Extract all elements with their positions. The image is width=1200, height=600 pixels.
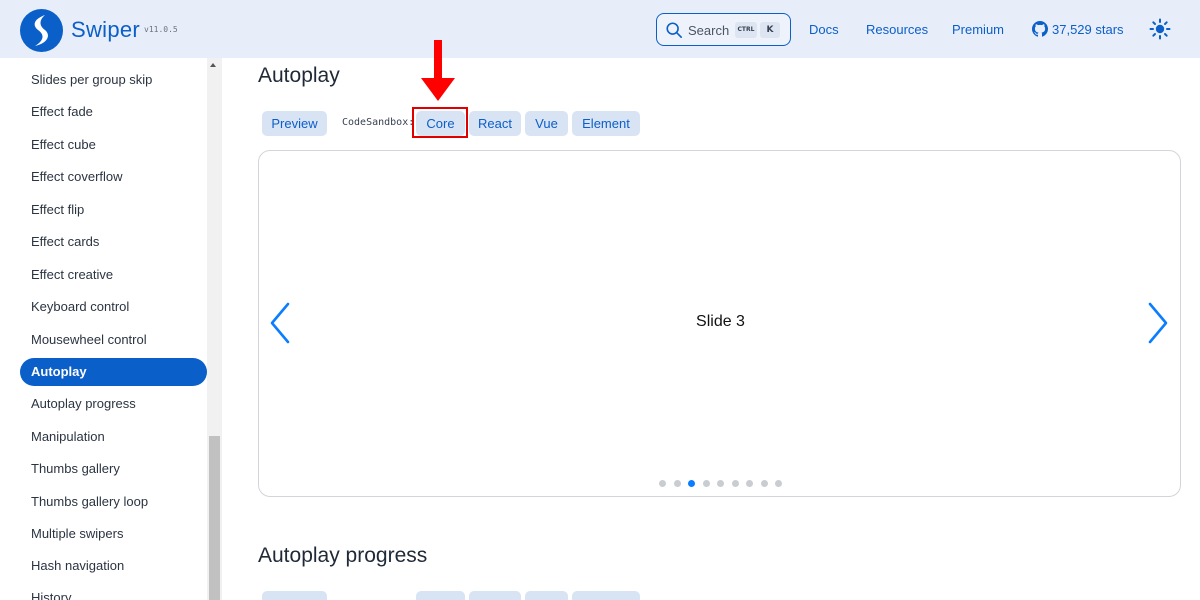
sidebar: Slides per group skip Effect fade Effect… <box>0 58 222 600</box>
swiper-logo-icon[interactable] <box>20 9 63 52</box>
top-header: Swiper v11.0.5 Search CTRL K Docs Resour… <box>0 0 1200 58</box>
codesandbox-vue-button[interactable]: Vue <box>525 111 568 136</box>
sidebar-item-thumbs-gallery[interactable]: Thumbs gallery <box>20 455 207 483</box>
sidebar-item-effect-fade[interactable]: Effect fade <box>20 98 207 126</box>
sidebar-item-multiple-swipers[interactable]: Multiple swipers <box>20 520 207 548</box>
sidebar-item-hash-navigation[interactable]: Hash navigation <box>20 552 207 580</box>
swiper-demo-frame[interactable]: Slide 3 <box>258 150 1181 497</box>
sidebar-item-slides-per-group-skip[interactable]: Slides per group skip <box>20 66 207 94</box>
section-title-autoplay: Autoplay <box>258 64 340 87</box>
preview-button-2[interactable] <box>262 591 327 600</box>
pagination-dot[interactable] <box>702 480 710 487</box>
nav-premium[interactable]: Premium <box>952 22 1004 37</box>
nav-resources[interactable]: Resources <box>866 22 928 37</box>
codesandbox-react-button[interactable]: React <box>469 111 521 136</box>
section-title-autoplay-progress: Autoplay progress <box>258 544 428 567</box>
codesandbox-vue-button-2[interactable] <box>525 591 568 600</box>
kbd-ctrl: CTRL <box>735 22 757 38</box>
sun-icon[interactable] <box>1149 18 1171 40</box>
pagination-dot[interactable] <box>731 480 739 487</box>
sidebar-item-effect-cube[interactable]: Effect cube <box>20 131 207 159</box>
brand-name[interactable]: Swiper <box>71 17 140 43</box>
red-arrow-down-annotation <box>421 78 455 101</box>
sidebar-item-manipulation[interactable]: Manipulation <box>20 423 207 451</box>
kbd-k: K <box>760 22 780 38</box>
pagination-dot[interactable] <box>659 480 666 487</box>
pagination-dot[interactable] <box>673 480 681 487</box>
sidebar-scroll-thumb[interactable] <box>209 436 220 600</box>
sidebar-item-history[interactable]: History <box>20 584 207 600</box>
search-icon <box>666 22 683 39</box>
red-arrow-shaft <box>434 40 442 80</box>
sidebar-item-effect-coverflow[interactable]: Effect coverflow <box>20 163 207 191</box>
github-stars[interactable]: 37,529 stars <box>1052 22 1124 37</box>
chevron-right-icon[interactable] <box>1146 301 1170 345</box>
codesandbox-element-button[interactable]: Element <box>572 111 640 136</box>
preview-button[interactable]: Preview <box>262 111 327 136</box>
sidebar-item-mousewheel-control[interactable]: Mousewheel control <box>20 326 207 354</box>
slide-content: Slide 3 <box>696 313 745 330</box>
sidebar-item-autoplay[interactable]: Autoplay <box>20 358 207 386</box>
sidebar-item-thumbs-gallery-loop[interactable]: Thumbs gallery loop <box>20 488 207 516</box>
sidebar-item-effect-cards[interactable]: Effect cards <box>20 228 207 256</box>
sidebar-item-autoplay-progress[interactable]: Autoplay progress <box>20 390 207 418</box>
search-label: Search <box>688 23 730 38</box>
codesandbox-core-button-2[interactable] <box>416 591 465 600</box>
nav-docs[interactable]: Docs <box>809 22 839 37</box>
pagination-dot[interactable] <box>746 480 753 487</box>
github-icon[interactable] <box>1032 21 1048 37</box>
pagination-dot[interactable] <box>760 480 768 487</box>
scroll-up-arrow-icon[interactable] <box>210 63 216 67</box>
codesandbox-react-button-2[interactable] <box>469 591 521 600</box>
version-label: v11.0.5 <box>144 25 178 34</box>
sidebar-item-effect-flip[interactable]: Effect flip <box>20 196 207 224</box>
red-highlight-box <box>412 107 468 138</box>
codesandbox-label: CodeSandbox: <box>342 117 415 128</box>
pagination-dot[interactable] <box>688 480 695 487</box>
pagination-dot[interactable] <box>775 480 782 487</box>
sidebar-item-effect-creative[interactable]: Effect creative <box>20 261 207 289</box>
sidebar-item-keyboard-control[interactable]: Keyboard control <box>20 293 207 321</box>
pagination-dot[interactable] <box>717 480 724 487</box>
codesandbox-element-button-2[interactable] <box>572 591 640 600</box>
search-button[interactable]: Search CTRL K <box>656 13 791 46</box>
